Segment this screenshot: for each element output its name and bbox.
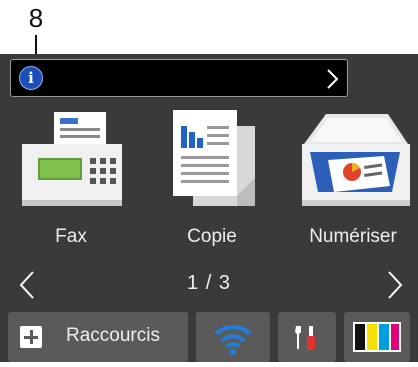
chevron-right-icon [327, 69, 339, 89]
bottom-bar: Raccourcis [0, 312, 418, 362]
shortcuts-label: Raccourcis [66, 325, 160, 346]
page-indicator: 1 / 3 [187, 272, 231, 294]
ink-levels-icon [353, 322, 401, 352]
wifi-button[interactable] [196, 312, 270, 362]
scanner-icon [302, 114, 410, 206]
fax-machine-icon [22, 112, 122, 206]
pager: 1 / 3 [0, 262, 418, 308]
plus-icon [20, 326, 42, 348]
info-bar[interactable]: i [10, 59, 348, 97]
wifi-icon [214, 324, 252, 355]
ink-levels-button[interactable] [344, 312, 410, 362]
app-scan-label: Numériser [309, 226, 397, 247]
touchscreen: i Fax Copie Numériser 1 / 3 Raccourcis [0, 54, 418, 362]
shortcuts-button[interactable]: Raccourcis [8, 312, 188, 362]
app-grid: Fax Copie Numériser [0, 104, 418, 264]
app-scan[interactable]: Numériser [288, 104, 418, 264]
settings-tools-icon [295, 326, 315, 350]
app-copy-label: Copie [187, 226, 237, 247]
app-copy[interactable]: Copie [147, 104, 277, 264]
copy-documents-icon [173, 110, 255, 206]
app-fax-label: Fax [55, 226, 87, 247]
info-icon[interactable]: i [19, 66, 43, 90]
settings-button[interactable] [278, 312, 336, 362]
app-fax[interactable]: Fax [6, 104, 136, 264]
chevron-right-icon[interactable] [386, 270, 404, 300]
callout-number: 8 [28, 3, 44, 33]
